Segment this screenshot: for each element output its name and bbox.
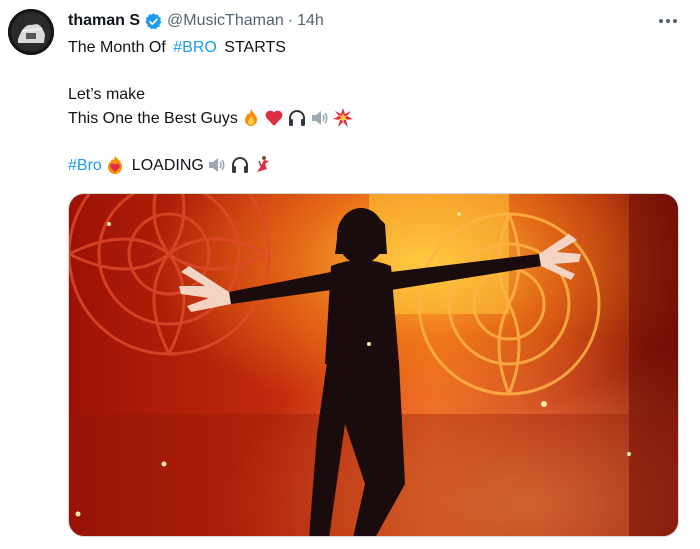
- headphone-icon: [287, 108, 307, 128]
- tweet-line-4: #Bro LOADING: [68, 154, 668, 178]
- tweet-line2: Let’s make: [68, 86, 146, 103]
- avatar[interactable]: [8, 9, 54, 55]
- tweet-line1-pre: The Month Of: [68, 39, 171, 56]
- tweet-text: The Month Of #BRO STARTS Let’s make This…: [68, 36, 668, 177]
- separator-dot: ·: [287, 12, 294, 29]
- tweet-line-1: The Month Of #BRO STARTS: [68, 36, 668, 60]
- tweet-line-2: Let’s make: [68, 83, 668, 107]
- hashtag-bro[interactable]: #Bro: [68, 154, 102, 178]
- more-options-icon[interactable]: [656, 10, 680, 32]
- speaker-icon: [207, 155, 227, 175]
- tweet-line3: This One the Best Guys: [68, 109, 238, 127]
- tweet-header: thaman S @MusicThaman · 14h: [68, 10, 324, 32]
- author-handle[interactable]: @MusicThaman: [167, 12, 284, 30]
- author-name[interactable]: thaman S: [68, 12, 140, 30]
- fire-icon: [241, 108, 261, 128]
- heart-on-fire-icon: [105, 155, 125, 175]
- hashtag-bro-caps[interactable]: #BRO: [173, 36, 217, 60]
- tweet-media-image[interactable]: [68, 193, 679, 537]
- verified-badge-icon: [144, 12, 163, 31]
- headphone-icon: [230, 155, 250, 175]
- speaker-icon: [310, 108, 330, 128]
- dancer-icon: [253, 155, 273, 175]
- tweet-card[interactable]: thaman S @MusicThaman · 14h The Month Of…: [0, 0, 700, 549]
- red-heart-icon: [264, 108, 284, 128]
- collision-icon: [332, 108, 353, 128]
- tweet-timestamp[interactable]: 14h: [297, 12, 324, 30]
- loading-text: LOADING: [131, 156, 204, 174]
- tweet-line1-post: STARTS: [219, 39, 286, 56]
- tweet-line-3: This One the Best Guys: [68, 107, 668, 131]
